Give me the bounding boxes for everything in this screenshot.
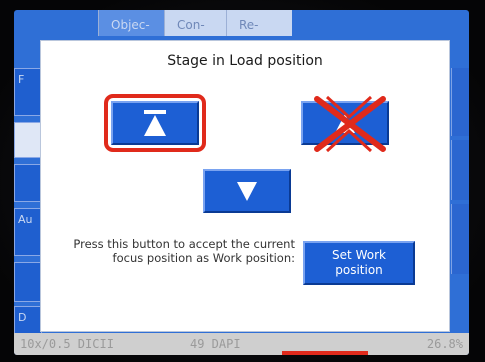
side-button-d[interactable]: D: [14, 306, 42, 334]
status-marker: [282, 351, 368, 355]
dialog-title: Stage in Load position: [167, 53, 323, 69]
triangle-down-icon: [237, 182, 257, 201]
side-panel-right-1: [451, 68, 469, 136]
side-panel-right-3: [451, 204, 469, 274]
side-button-5[interactable]: [14, 262, 42, 302]
triangle-up-with-bar-icon: [144, 110, 166, 136]
move-down-button[interactable]: [203, 169, 291, 213]
status-bar: 10x/0.5 DICII 49 DAPI 26.8%: [14, 333, 469, 355]
status-objective: 10x/0.5 DICII: [20, 337, 114, 351]
side-button-f[interactable]: F: [14, 68, 42, 116]
side-panel-right-2: [451, 140, 469, 200]
status-percent: 26.8%: [426, 337, 463, 351]
tab-objective[interactable]: Objec-: [98, 10, 164, 36]
side-button-3[interactable]: [14, 164, 42, 202]
move-up-button[interactable]: [301, 101, 389, 145]
side-button-auto[interactable]: Au: [14, 208, 42, 256]
move-to-load-up-button[interactable]: [111, 101, 199, 145]
tab-contrast[interactable]: Con-: [164, 10, 226, 36]
triangle-up-icon: [335, 114, 355, 133]
set-work-position-button[interactable]: Set Work position: [303, 241, 415, 285]
stage-load-dialog: Stage in Load position Press this button…: [40, 40, 450, 332]
side-button-2[interactable]: [14, 122, 42, 158]
help-text: Press this button to accept the current …: [73, 237, 295, 265]
status-filter: 49 DAPI: [190, 337, 241, 351]
tab-reflector[interactable]: Re-: [226, 10, 292, 36]
